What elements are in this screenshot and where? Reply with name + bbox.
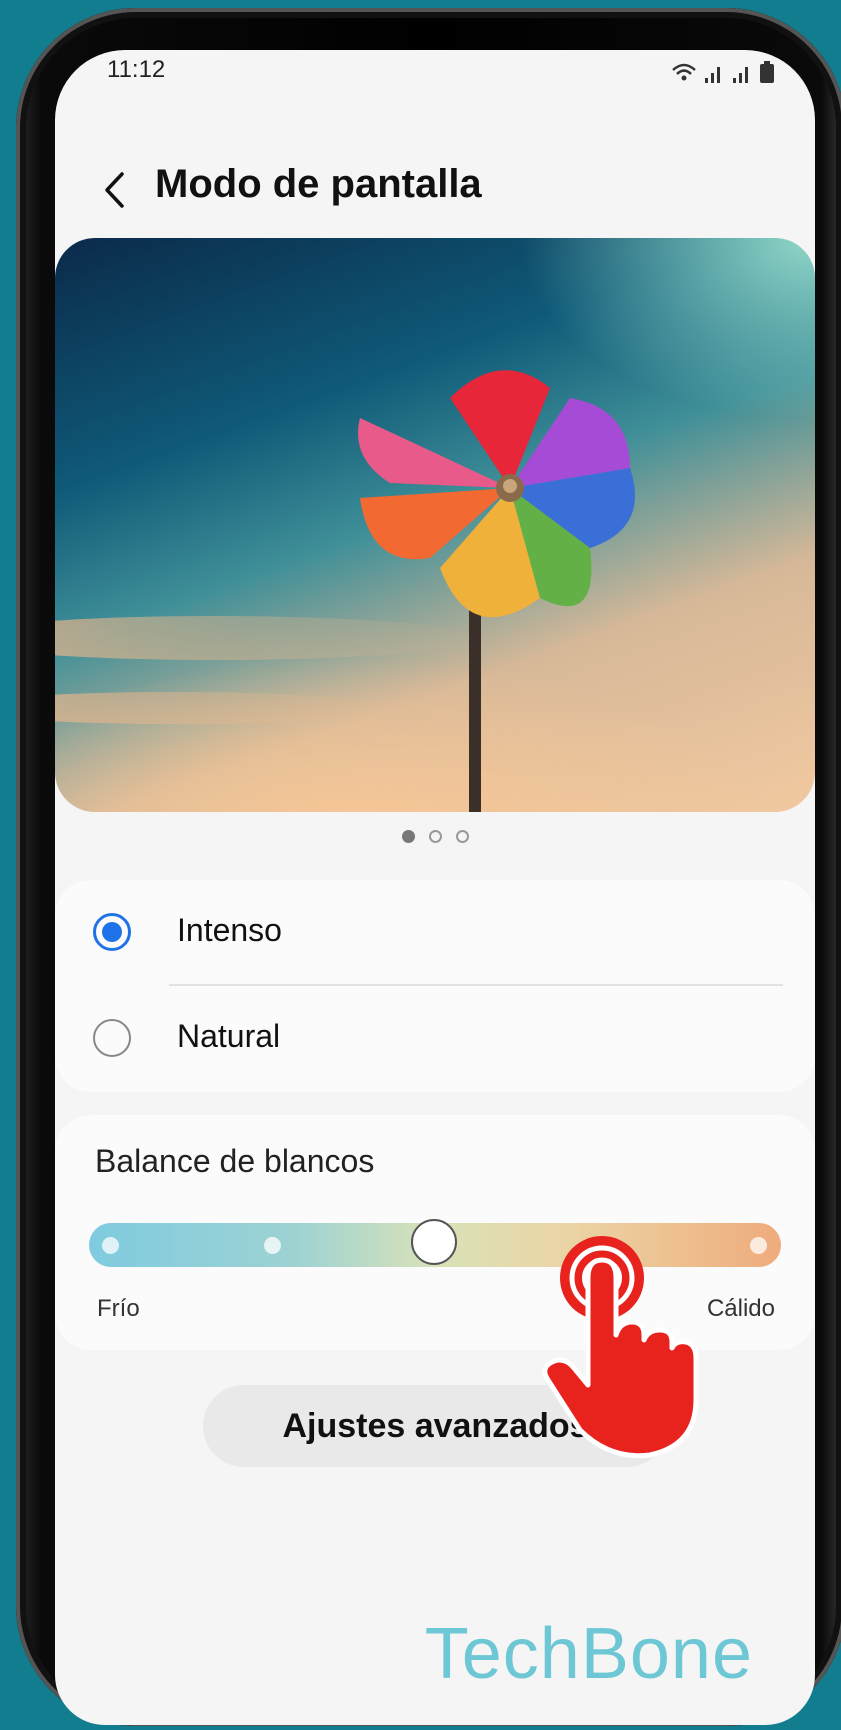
white-balance-card: Balance de blancos Frío Cálido — [55, 1115, 815, 1350]
slider-thumb[interactable] — [411, 1219, 457, 1265]
screen: 11:12 Modo de pantalla Intenso Natural B… — [55, 50, 815, 1725]
option-label: Natural — [177, 1018, 281, 1054]
slider-max-label: Cálido — [706, 1295, 775, 1322]
watermark: TechBone — [424, 1614, 753, 1694]
pinwheel-image — [55, 370, 635, 812]
page-dot — [428, 830, 442, 843]
back-button[interactable] — [89, 160, 139, 220]
signal-icon — [705, 67, 720, 83]
slider-step — [750, 1237, 767, 1254]
wifi-icon — [672, 63, 696, 81]
status-bar: 11:12 — [55, 50, 815, 100]
white-balance-title: Balance de blancos — [95, 1143, 375, 1179]
chevron-left-icon — [105, 172, 124, 208]
radio-selected-icon[interactable] — [93, 913, 131, 951]
screen-mode-card: Intenso Natural — [55, 880, 815, 1092]
slider-step — [102, 1237, 119, 1254]
page-dot-active — [401, 830, 415, 843]
pointer-hand-icon — [542, 1236, 699, 1459]
preview-image[interactable] — [55, 238, 815, 812]
page-dot — [455, 830, 469, 843]
slider-step — [264, 1237, 281, 1254]
slider-min-label: Frío — [97, 1295, 140, 1322]
status-icons — [671, 60, 775, 84]
app-header: Modo de pantalla — [55, 150, 815, 230]
radio-unselected-icon[interactable] — [93, 1019, 131, 1057]
option-natural[interactable]: Natural — [55, 986, 815, 1091]
battery-icon — [760, 61, 774, 83]
option-intenso[interactable]: Intenso — [55, 880, 815, 986]
page-indicator — [55, 830, 815, 843]
status-time: 11:12 — [107, 56, 166, 83]
signal-icon — [733, 67, 748, 83]
option-label: Intenso — [177, 912, 282, 948]
page-title: Modo de pantalla — [155, 162, 482, 206]
